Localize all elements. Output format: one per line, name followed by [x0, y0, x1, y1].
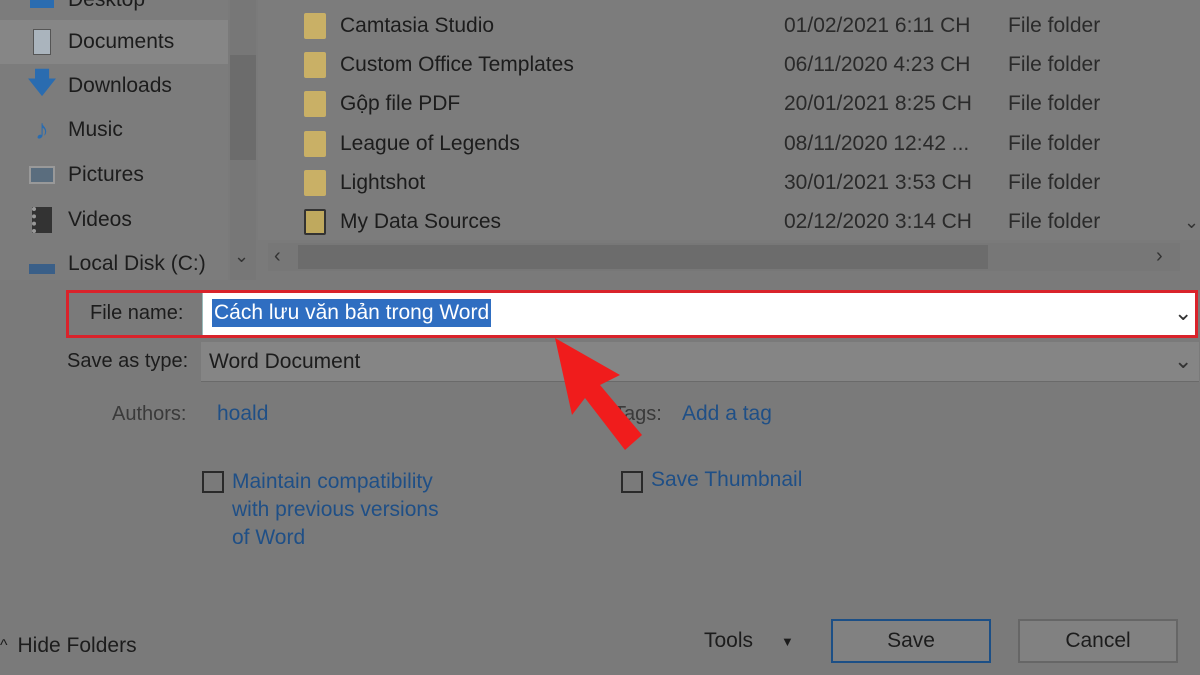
save-thumbnail-label[interactable]: Save Thumbnail — [651, 468, 802, 492]
chevron-up-icon: ^ — [0, 637, 8, 654]
file-name-value[interactable]: Cách lưu văn bản trong Word — [212, 299, 492, 327]
hide-folders-button[interactable]: ^ Hide Folders — [0, 634, 137, 658]
nav-item-downloads[interactable]: 🡇 Downloads — [0, 64, 228, 108]
file-name-dropdown-icon[interactable]: ⌄ — [1174, 300, 1192, 326]
file-row[interactable]: Lightshot 30/01/2021 3:53 CH File folder — [258, 163, 1178, 202]
scroll-down-icon[interactable]: ⌄ — [234, 246, 249, 267]
folder-icon — [304, 12, 326, 39]
save-thumbnail-checkbox[interactable] — [621, 471, 643, 493]
file-list: Camtasia Studio 01/02/2021 6:11 CH File fo… — [258, 0, 1200, 240]
nav-item-local-disk[interactable]: Local Disk (C:) — [0, 242, 228, 286]
file-row[interactable]: League of Legends 08/11/2020 12:42 ... Fil… — [258, 124, 1178, 163]
nav-item-documents[interactable]: Documents — [0, 20, 228, 64]
authors-value[interactable]: hoald — [217, 402, 268, 426]
file-row[interactable]: Gộp file PDF 20/01/2021 8:25 CH File folde… — [258, 84, 1178, 123]
file-row[interactable]: Custom Office Templates 06/11/2020 4:23 C… — [258, 45, 1178, 84]
save-type-dropdown-icon[interactable]: ⌄ — [1174, 348, 1192, 374]
file-row[interactable]: My Data Sources 02/12/2020 3:14 CH File fo… — [258, 202, 1178, 241]
caret-down-icon: ▼ — [781, 633, 794, 649]
save-button[interactable]: Save — [831, 619, 991, 663]
file-row[interactable]: Camtasia Studio 01/02/2021 6:11 CH File fo… — [258, 6, 1178, 45]
folder-icon — [304, 51, 326, 78]
nav-scrollbar-thumb[interactable] — [230, 55, 256, 160]
videos-icon — [28, 206, 56, 234]
nav-item-pictures[interactable]: Pictures — [0, 153, 228, 197]
navigation-pane: Desktop Documents 🡇Downloads ♪Music Pict… — [0, 0, 228, 280]
nav-item-videos[interactable]: Videos — [0, 198, 228, 242]
tags-input[interactable]: Add a tag — [682, 402, 772, 426]
list-scroll-down-icon[interactable]: ⌄ — [1184, 212, 1199, 233]
nav-item-desktop[interactable]: Desktop — [0, 0, 228, 22]
cancel-button[interactable]: Cancel — [1018, 619, 1178, 663]
nav-item-music[interactable]: ♪ Music — [0, 108, 228, 152]
music-note-icon: ♪ — [35, 114, 49, 145]
folder-icon — [304, 169, 326, 196]
desktop-icon — [28, 0, 56, 14]
documents-icon — [28, 28, 56, 56]
download-arrow-icon: 🡇 — [27, 67, 57, 98]
horizontal-scrollbar-thumb[interactable] — [298, 245, 988, 269]
save-type-value: Word Document — [209, 350, 361, 373]
maintain-compatibility-checkbox[interactable] — [202, 471, 224, 493]
authors-label: Authors: — [112, 403, 187, 425]
tools-button[interactable]: Tools ▼ — [704, 629, 794, 653]
red-arrow-annotation — [555, 338, 642, 450]
pictures-icon — [28, 161, 56, 189]
scroll-left-icon[interactable]: ‹ — [274, 245, 281, 268]
scroll-right-icon[interactable]: › — [1156, 245, 1163, 268]
local-disk-icon — [28, 250, 56, 278]
file-name-label: File name: — [90, 302, 184, 324]
maintain-compatibility-label[interactable]: Maintain compatibility with previous ver… — [232, 468, 442, 552]
folder-icon — [304, 130, 326, 157]
save-type-label: Save as type: — [67, 350, 189, 372]
folder-icon — [304, 90, 326, 117]
data-sources-folder-icon — [304, 208, 326, 235]
